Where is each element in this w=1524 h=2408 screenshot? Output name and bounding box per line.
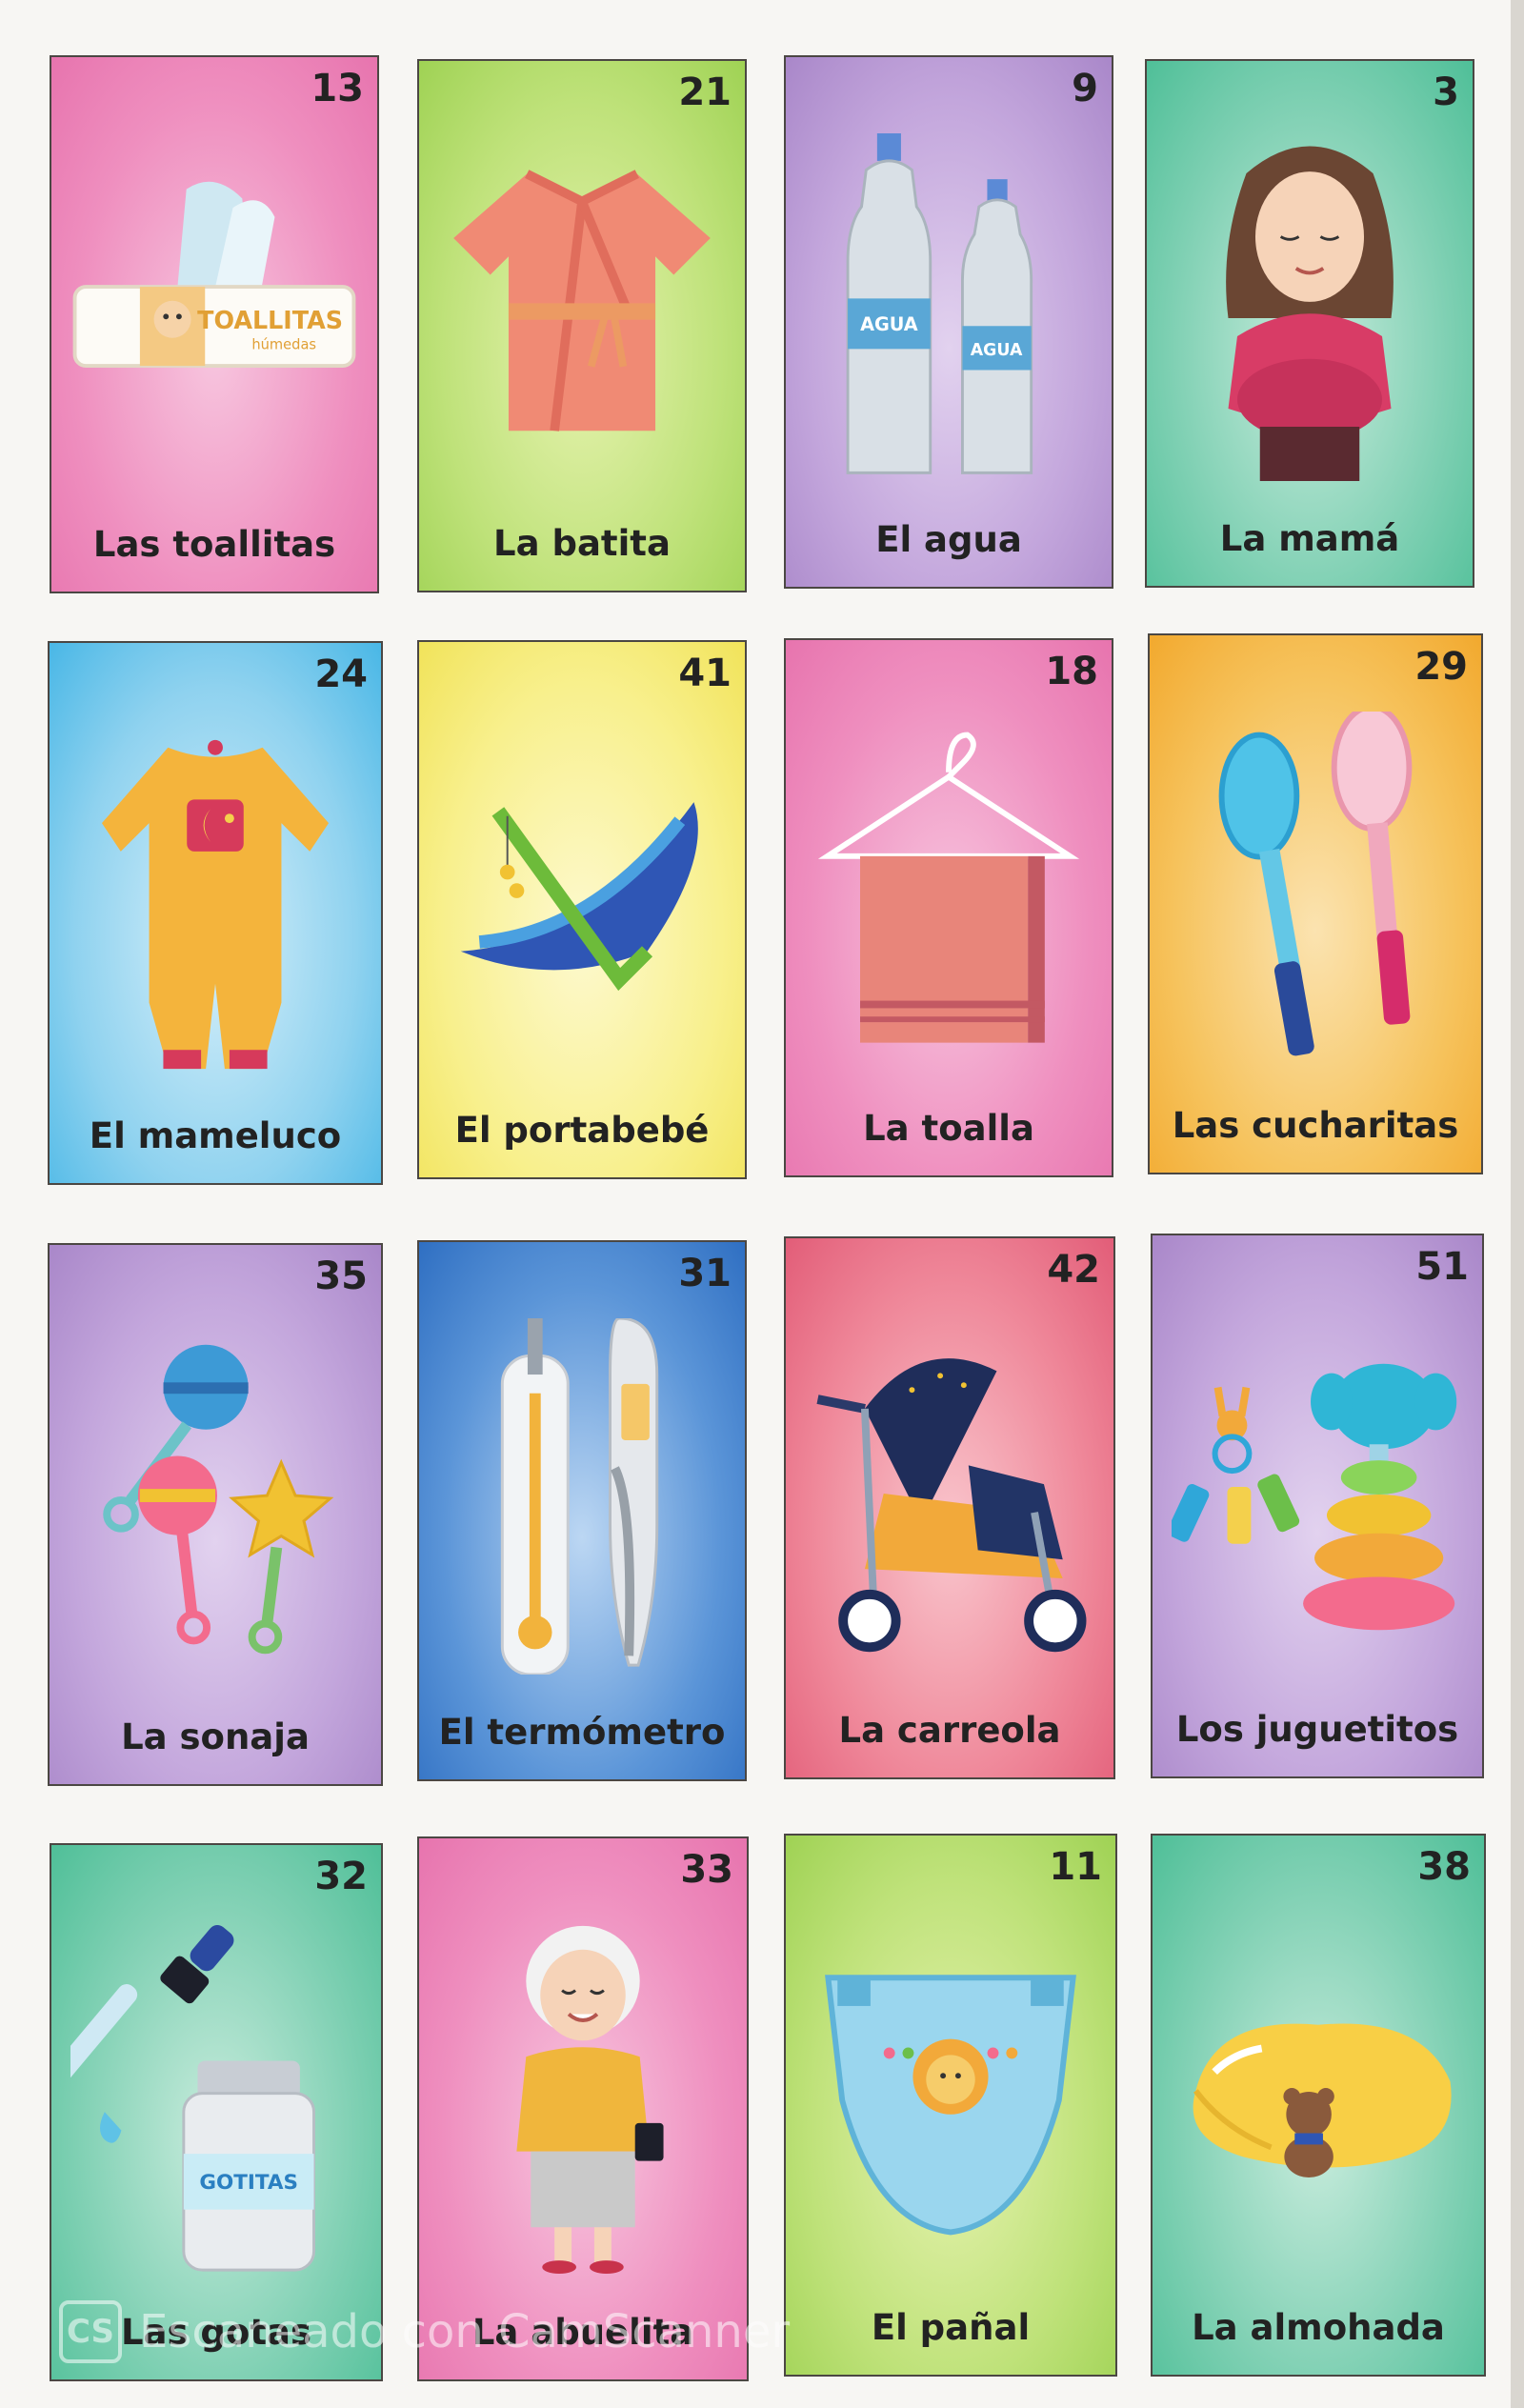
gotitas-label-text: GOTITAS <box>199 2171 298 2195</box>
card-number: 33 <box>680 1848 733 1892</box>
toys-icon <box>1167 1312 1463 1672</box>
card-label: Las cucharitas <box>1172 1105 1459 1146</box>
wipes-brand-text: TOALLITAS <box>197 306 343 334</box>
loteria-board: 13 TOALLITAS húmedas Las toallitas 21 La… <box>0 0 1524 2408</box>
card-la-sonaja[interactable]: 35 La sonaja <box>48 1243 383 1786</box>
pregnant-mother-icon <box>1166 137 1454 481</box>
card-number: 35 <box>314 1254 368 1298</box>
water-bottles-icon: AGUA AGUA <box>805 133 1093 482</box>
card-label: Los juguetitos <box>1175 1709 1459 1750</box>
stroller-icon <box>805 1314 1094 1673</box>
diaper-icon <box>805 1912 1096 2270</box>
camscanner-watermark: CS Escaneado con CamScanner <box>59 2294 790 2370</box>
card-number: 41 <box>678 652 732 695</box>
card-label: El pañal <box>871 2307 1031 2348</box>
card-el-agua[interactable]: 9 AGUA AGUA El agua <box>784 55 1113 589</box>
grandmother-icon <box>438 1915 728 2275</box>
card-number: 21 <box>678 70 732 114</box>
card-number: 29 <box>1414 645 1468 689</box>
card-number: 9 <box>1072 67 1098 110</box>
card-el-mameluco[interactable]: 24 El mameluco <box>48 641 383 1185</box>
card-label: La carreola <box>838 1710 1061 1751</box>
bottle-label-text: AGUA <box>971 341 1023 360</box>
card-number: 31 <box>678 1252 732 1295</box>
card-label: La sonaja <box>121 1716 310 1757</box>
spoons-icon <box>1169 704 1462 1068</box>
baby-bouncer-icon <box>438 718 726 1073</box>
wet-wipes-icon: TOALLITAS húmedas <box>70 133 358 487</box>
watermark-text: Escaneado con CamScanner <box>139 2305 791 2358</box>
card-las-cucharitas[interactable]: 29 Las cucharitas <box>1148 633 1483 1174</box>
card-number: 18 <box>1045 650 1098 693</box>
card-number: 13 <box>311 67 364 110</box>
bottle-label-text: AGUA <box>860 313 918 335</box>
card-label: El termómetro <box>438 1712 726 1753</box>
card-la-almohada[interactable]: 38 La almohada <box>1151 1834 1486 2377</box>
card-number: 38 <box>1417 1845 1471 1889</box>
card-label: La batita <box>493 523 671 564</box>
card-label: El portabebé <box>454 1110 710 1151</box>
card-la-mama[interactable]: 3 La mamá <box>1145 59 1474 588</box>
towel-hanger-icon <box>805 716 1093 1071</box>
robe-icon <box>438 137 726 486</box>
card-label: La toalla <box>863 1108 1034 1149</box>
card-label: El agua <box>875 519 1022 560</box>
card-number: 42 <box>1047 1248 1100 1292</box>
card-el-portabebe[interactable]: 41 El portabebé <box>417 640 747 1179</box>
card-label: El mameluco <box>89 1115 342 1156</box>
card-label: Las toallitas <box>92 524 336 565</box>
card-el-termometro[interactable]: 31 El termómetro <box>417 1240 747 1781</box>
dropper-bottle-icon: GOTITAS <box>51 1921 362 2275</box>
card-la-toalla[interactable]: 18 La toalla <box>784 638 1113 1177</box>
card-el-panal[interactable]: 11 El pañal <box>784 1834 1117 2377</box>
card-los-juguetitos[interactable]: 51 Los juguetitos <box>1151 1234 1484 1778</box>
rattles-icon <box>69 1321 362 1679</box>
card-la-carreola[interactable]: 42 La carreola <box>784 1236 1115 1779</box>
card-number: 24 <box>314 652 368 696</box>
card-number: 11 <box>1049 1845 1102 1889</box>
card-la-batita[interactable]: 21 La batita <box>417 59 747 592</box>
card-label: La mamá <box>1219 518 1400 559</box>
card-number: 32 <box>314 1855 368 1898</box>
wipes-sub-text: húmedas <box>251 337 316 353</box>
onesie-icon <box>69 719 362 1078</box>
pillow-teddy-icon <box>1172 1912 1465 2270</box>
card-number: 51 <box>1415 1245 1469 1289</box>
card-label: La almohada <box>1192 2307 1445 2348</box>
card-number: 3 <box>1433 70 1459 114</box>
thermometers-icon <box>438 1316 726 1676</box>
camscanner-logo-icon: CS <box>59 2300 122 2363</box>
card-las-toallitas[interactable]: 13 TOALLITAS húmedas Las toallitas <box>50 55 379 593</box>
